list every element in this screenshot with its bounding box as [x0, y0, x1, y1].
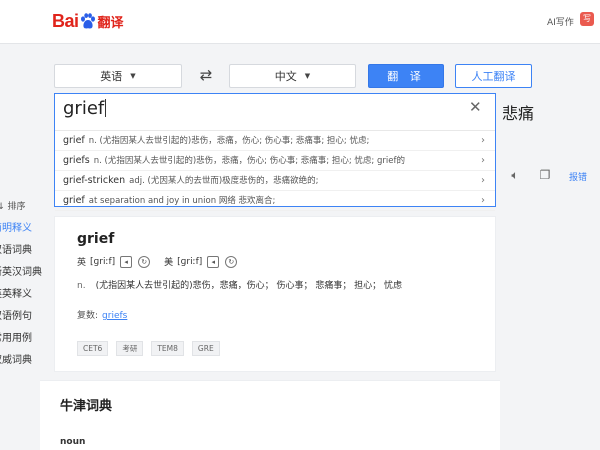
side-nav-item[interactable]: 权威词典 [0, 350, 40, 372]
copy-icon[interactable]: ❐ [538, 168, 552, 182]
side-nav-item[interactable]: 双语例句 [0, 306, 40, 328]
suggestion-word: grief-stricken [63, 175, 126, 186]
definition-row: n. (尤指因某人去世引起的)悲伤，悲痛，伤心； 伤心事； 悲痛事； 担心； 忧虑 [77, 278, 402, 291]
uk-label: 英 [77, 258, 87, 268]
chevron-right-icon: › [481, 135, 485, 146]
top-header: Bai 翻译 AI写作 写 [0, 0, 600, 44]
exam-tag: TEM8 [151, 341, 184, 356]
part-of-speech: noun [60, 437, 86, 447]
suggestion-word: grief [63, 135, 85, 146]
sort-icon: ⇅ [0, 202, 4, 212]
side-nav-item[interactable]: 常用用例 [0, 328, 40, 350]
speaker-icon[interactable]: ◂ [207, 255, 220, 268]
definition-text: (尤指因某人去世引起的)悲伤，悲痛，伤心； 伤心事； 悲痛事； 担心； 忧虑 [95, 281, 403, 291]
baidu-logo[interactable]: Bai 翻译 [52, 9, 124, 33]
input-text[interactable]: grief [63, 98, 107, 119]
chevron-right-icon: › [481, 195, 485, 206]
plural-link[interactable]: griefs [102, 311, 127, 321]
suggestion-item[interactable]: grief-stricken adj. (尤因某人的去世而)极度悲伤的，悲痛欲绝的… [55, 171, 495, 191]
human-translation-button[interactable]: 人工翻译 [455, 64, 532, 88]
ai-writing-icon[interactable]: 写 [580, 12, 594, 26]
clear-input-icon[interactable]: ✕ [469, 98, 482, 116]
source-text-input[interactable]: grief ✕ grief n. (尤指因某人去世引起的)悲伤，悲痛，伤心; 伤心… [54, 93, 496, 211]
side-nav-item[interactable]: 简明释义 [0, 218, 40, 240]
side-nav-item[interactable]: 新英汉词典 [0, 262, 42, 284]
us-phonetic: [ɡriːf] [177, 256, 203, 267]
uk-phonetic: [ɡriːf] [90, 256, 116, 267]
chevron-down-icon: ▼ [304, 72, 311, 80]
part-of-speech: n. [77, 281, 86, 291]
speaker-icon[interactable]: 🔈︎ [508, 168, 522, 182]
dictionary-card: grief 英 [ɡriːf] ◂ ↻ 美 [ɡriːf] ◂ ↻ n. (尤指因… [54, 216, 496, 372]
section-title: 牛津词典 [60, 399, 113, 414]
suggestion-text: n. (尤指因某人去世引起的)悲伤，悲痛，伤心; 伤心事; 悲痛事; 担心; 忧… [88, 136, 370, 146]
exam-tag: GRE [191, 341, 220, 356]
paw-icon [80, 12, 95, 28]
chevron-down-icon: ▼ [130, 72, 136, 80]
headword: grief [77, 231, 115, 247]
side-nav-item[interactable]: 双语词典 [0, 240, 40, 262]
suggestion-item[interactable]: grief at separation and joy in union 网络 悲… [55, 191, 495, 211]
side-nav-item[interactable]: 英英释义 [0, 284, 40, 306]
exam-tag: CET6 [77, 341, 109, 356]
chevron-right-icon: › [481, 175, 485, 186]
suggestion-word: grief [63, 195, 85, 206]
chevron-right-icon: › [481, 155, 485, 166]
suggestion-list: grief n. (尤指因某人去世引起的)悲伤，悲痛，伤心; 伤心事; 悲痛事; … [55, 130, 495, 211]
translate-button[interactable]: 翻 译 [368, 64, 444, 88]
logo-text: Bai [52, 10, 79, 31]
follow-read-icon[interactable]: ↻ [138, 255, 151, 268]
follow-read-icon[interactable]: ↻ [225, 255, 238, 268]
sort-toggle[interactable]: ⇅排序 [0, 196, 40, 218]
suggestion-item[interactable]: grief n. (尤指因某人去世引起的)悲伤，悲痛，伤心; 伤心事; 悲痛事; … [55, 131, 495, 151]
plural-row: 复数: griefs [77, 308, 127, 321]
logo-fanyi-text: 翻译 [97, 15, 124, 31]
suggestion-text: adj. (尤因某人的去世而)极度悲伤的，悲痛欲绝的; [129, 176, 319, 186]
exam-tag: 考研 [116, 341, 144, 356]
phonetics-row: 英 [ɡriːf] ◂ ↻ 美 [ɡriːf] ◂ ↻ [77, 255, 243, 268]
speaker-icon[interactable]: ◂ [120, 255, 133, 268]
sort-label: 排序 [7, 202, 26, 212]
swap-languages-icon[interactable]: ⇄ [196, 66, 216, 84]
oxford-dictionary-section: 牛津词典 noun [40, 380, 500, 450]
plural-label: 复数: [77, 311, 99, 321]
text-cursor [105, 99, 107, 117]
ai-writing-link[interactable]: AI写作 [547, 15, 574, 28]
source-language-select[interactable]: 英语 ▼ [54, 64, 182, 88]
report-error-link[interactable]: 报错 [569, 170, 587, 183]
side-nav: ⇅排序 简明释义 双语词典 新英汉词典 英英释义 双语例句 常用用例 权威词典 [0, 196, 42, 372]
suggestion-text: at separation and joy in union 网络 悲欢离合; [88, 196, 276, 206]
suggestion-item[interactable]: griefs n. (尤指因某人去世引起的)悲伤，悲痛，伤心; 伤心事; 悲痛事;… [55, 151, 495, 171]
suggestion-text: n. (尤指因某人去世引起的)悲伤，悲痛，伤心; 伤心事; 悲痛事; 担心; 忧… [93, 156, 405, 166]
target-language-label: 中文 [274, 70, 297, 83]
source-language-label: 英语 [100, 70, 123, 83]
suggestion-word: griefs [63, 155, 90, 166]
translation-result: 悲痛 [502, 104, 535, 123]
target-language-select[interactable]: 中文 ▼ [229, 64, 356, 88]
exam-tags: CET6 考研 TEM8 GRE [77, 341, 228, 356]
us-label: 美 [164, 258, 174, 268]
